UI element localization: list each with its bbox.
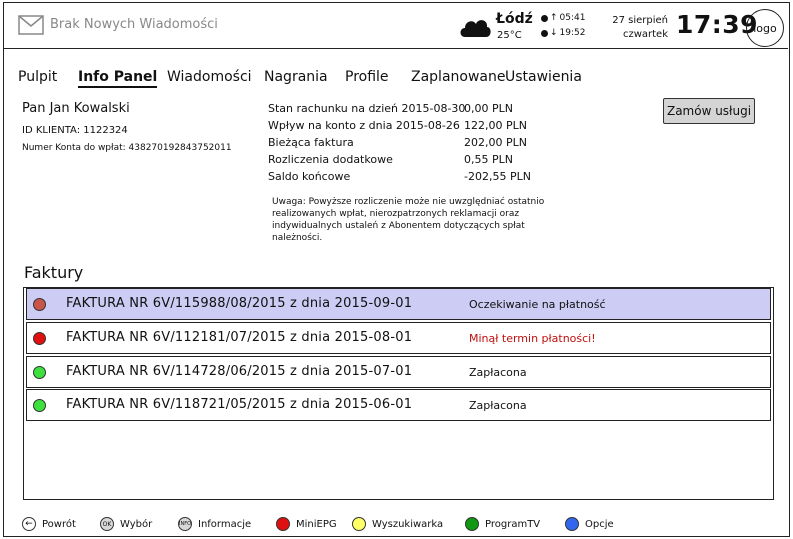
summary-label: Wpływ na konto z dnia 2015-08-26 [268,119,460,132]
weather-temperature: 25°C [497,30,522,41]
summary-value: 0,55 PLN [464,153,513,166]
legend-label: MiniEPG [296,518,337,530]
app-frame: Brak Nowych Wiadomości Łódź 25°C ↑ 05:41… [3,2,790,537]
legend-program-tv[interactable]: ProgramTV [465,517,540,531]
legend-label: Wybór [120,518,153,530]
invoice-status: Zapłacona [469,366,527,379]
legend-options[interactable]: Opcje [565,517,614,531]
order-services-button[interactable]: Zamów usługi [663,98,755,124]
invoice-name: FAKTURA NR 6V/112181/07/2015 z dnia 2015… [66,330,413,345]
current-date: 27 sierpień czwartek [608,14,668,42]
summary-label: Bieżąca faktura [268,136,354,149]
sunrise-time: 05:41 [559,13,586,23]
invoices-list[interactable]: FAKTURA NR 6V/115988/08/2015 z dnia 2015… [23,287,774,500]
invoices-title: Faktury [24,263,84,282]
tab-info-panel[interactable]: Info Panel [78,69,158,88]
mail-icon[interactable] [18,15,44,35]
status-dot-icon [33,332,46,345]
red-button-icon [276,517,290,531]
legend-label: ProgramTV [485,518,541,530]
tab-nagrania[interactable]: Nagrania [264,69,328,85]
sunset-time: 19:52 [559,28,586,38]
remote-legend: ← Powrót OK Wybór INFO Informacje MiniEP… [22,517,782,535]
legend-label: Opcje [585,518,614,530]
invoice-status: Zapłacona [469,399,527,412]
date-weekday: czwartek [622,29,668,40]
status-dot-icon [33,399,46,412]
tab-zaplanowane[interactable]: Zaplanowane [411,69,505,85]
legend-label: Informacje [198,518,252,530]
legend-back[interactable]: ← Powrót [22,517,76,531]
sun-icon [541,14,548,22]
arrow-left-icon: ← [22,517,36,531]
green-button-icon [465,517,479,531]
blue-button-icon [565,517,579,531]
legend-info[interactable]: INFO Informacje [178,517,251,531]
yellow-button-icon [352,517,366,531]
summary-value: 0,00 PLN [464,102,513,115]
invoice-status: Minął termin płatności! [469,332,596,345]
sun-icon [541,29,548,37]
summary-label: Saldo końcowe [268,170,351,183]
invoice-name: FAKTURA NR 6V/118721/05/2015 z dnia 2015… [66,397,413,412]
cloud-icon [460,20,491,37]
summary-value: 122,00 PLN [464,119,527,132]
invoice-name: FAKTURA NR 6V/114728/06/2015 z dnia 2015… [66,364,413,379]
sunrise-arrow-icon: ↑ [550,13,558,23]
top-bar: Brak Nowych Wiadomości Łódź 25°C ↑ 05:41… [4,3,788,49]
logo: logo [746,9,784,47]
date-day: 27 sierpień [612,15,668,26]
summary-label: Rozliczenia dodatkowe [268,153,393,166]
sunset-arrow-icon: ↓ [550,28,558,38]
invoice-name: FAKTURA NR 6V/115988/08/2015 z dnia 2015… [66,296,413,311]
summary-value: 202,00 PLN [464,136,527,149]
legend-search[interactable]: Wyszukiwarka [352,517,443,531]
client-name: Pan Jan Kowalski [22,101,130,116]
invoice-row[interactable]: FAKTURA NR 6V/115988/08/2015 z dnia 2015… [26,288,771,320]
tab-wiadomosci[interactable]: Wiadomości [167,69,252,85]
client-id: ID KLIENTA: 1122324 [22,125,128,136]
summary-label: Stan rachunku na dzień 2015-08-30 [268,102,466,115]
invoice-row[interactable]: FAKTURA NR 6V/112181/07/2015 z dnia 2015… [26,322,771,354]
status-dot-icon [33,366,46,379]
tab-ustawienia[interactable]: Ustawienia [505,69,582,85]
legend-label: Wyszukiwarka [372,518,444,530]
tab-profile[interactable]: Profile [345,69,389,85]
sunrise: ↑ 05:41 [541,13,585,23]
invoice-row[interactable]: FAKTURA NR 6V/114728/06/2015 z dnia 2015… [26,356,771,388]
info-icon: INFO [178,517,192,531]
ok-icon: OK [100,517,114,531]
legend-label: Powrót [42,518,76,530]
messages-status: Brak Nowych Wiadomości [50,17,218,32]
summary-note: Uwaga: Powyższe rozliczenie może nie uwz… [272,197,545,243]
invoice-row[interactable]: FAKTURA NR 6V/118721/05/2015 z dnia 2015… [26,389,771,421]
summary-value: -202,55 PLN [464,170,531,183]
legend-mini-epg[interactable]: MiniEPG [276,517,337,531]
weather-city: Łódź [496,11,533,27]
tab-pulpit[interactable]: Pulpit [18,69,57,85]
status-dot-icon [33,298,46,311]
client-account-number: Numer Konta do wpłat: 438270192843752011 [22,143,232,153]
invoice-status: Oczekiwanie na płatność [469,298,606,311]
sunset: ↓ 19:52 [541,28,585,38]
legend-select[interactable]: OK Wybór [100,517,152,531]
